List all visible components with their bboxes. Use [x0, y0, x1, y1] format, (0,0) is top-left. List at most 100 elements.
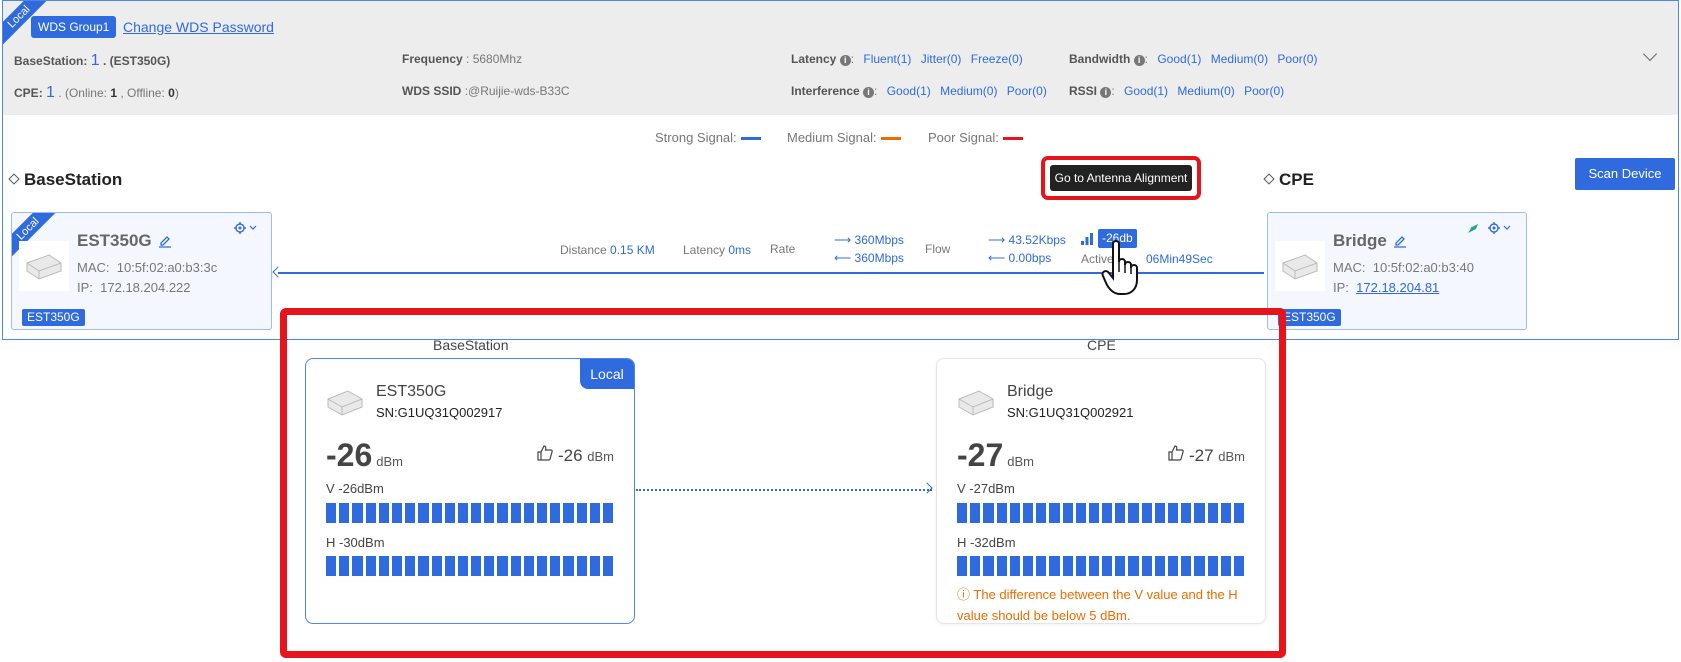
bandwidth-poor-link[interactable]: Poor(0): [1277, 52, 1317, 66]
signal-bar-segment: [497, 503, 508, 523]
wds-ssid-info: WDS SSID :@Ruijie-wds-B33C: [402, 84, 570, 98]
cpe-best-unit: dBm: [1218, 449, 1245, 464]
legend-medium: Medium Signal:: [787, 130, 901, 145]
basestation-summary-label: BaseStation: [14, 54, 84, 68]
cpe-signal-value: -27: [957, 437, 1004, 473]
collapse-chevron-icon[interactable]: [1642, 46, 1658, 62]
signal-bar-segment: [352, 503, 363, 523]
settings-gear-icon[interactable]: [1487, 221, 1513, 240]
signal-bar-segment: [339, 556, 350, 576]
signal-bar-segment: [1154, 556, 1165, 576]
signal-bar-segment: [563, 503, 574, 523]
rssi-good-link[interactable]: Good(1): [1124, 84, 1168, 98]
cpe-section-label: CPE: [1279, 170, 1314, 189]
flow-label: Flow: [925, 242, 951, 256]
active-time: 06Min49Sec: [1146, 252, 1213, 266]
info-icon[interactable]: i: [839, 55, 851, 66]
signal-bar-segment: [983, 556, 994, 576]
signal-bar-segment: [365, 503, 376, 523]
settings-gear-icon[interactable]: [233, 221, 259, 240]
cpe-ip: IP: 172.18.204.81: [1333, 280, 1439, 295]
scan-device-button[interactable]: Scan Device: [1575, 158, 1675, 190]
rate-tx: ⟶ 360Mbps: [834, 233, 904, 247]
rssi-poor-link[interactable]: Poor(0): [1244, 84, 1284, 98]
signal-bar-segment: [996, 556, 1007, 576]
flow-rx-value: 0.00bps: [1008, 251, 1052, 265]
latency-jitter-link[interactable]: Jitter(0): [921, 52, 962, 66]
latency-fluent-link[interactable]: Fluent(1): [863, 52, 911, 66]
basestation-ip: IP: 172.18.204.222: [77, 280, 191, 295]
signal-bar-segment: [957, 556, 968, 576]
interference-good-link[interactable]: Good(1): [887, 84, 931, 98]
legend-strong-label: Strong Signal:: [655, 130, 737, 145]
alignment-basestation-card: Local EST350G SN:G1UQ31Q002917 -26 dBm -2…: [305, 358, 635, 624]
signal-bar-segment: [431, 556, 442, 576]
antenna-icon[interactable]: [1466, 221, 1480, 240]
cpe-device-card[interactable]: Bridge MAC: 10:5f:02:a0:b3:40 IP: 172.18…: [1267, 212, 1527, 330]
rate-rx: ⟵ 360Mbps: [834, 251, 904, 265]
alignment-base-h-bars: [326, 556, 614, 576]
basestation-device-card[interactable]: Local EST350G MAC: 10:5f:02:a0:b3:3c IP:…: [11, 212, 272, 330]
device-image: [19, 241, 69, 291]
signal-bar-segment: [563, 556, 574, 576]
signal-bar-segment: [391, 503, 403, 523]
flow-tx-value: 43.52Kbps: [1008, 233, 1066, 247]
signal-bar-segment: [365, 556, 376, 576]
signal-bar-segment: [1022, 556, 1034, 576]
basestation-model-tag: EST350G: [22, 309, 85, 326]
interference-poor-link[interactable]: Poor(0): [1007, 84, 1047, 98]
signal-bar-segment: [523, 556, 534, 576]
signal-bar-segment: [405, 556, 416, 576]
cpe-summary: CPE: 1 . (Online: 1 , Offline: 0): [14, 84, 179, 101]
cpe-signal-unit: dBm: [1007, 454, 1034, 469]
wds-group-badge[interactable]: WDS Group1: [31, 16, 117, 38]
legend-medium-swatch: [880, 137, 901, 141]
legend-medium-label: Medium Signal:: [787, 130, 877, 145]
cpe-device-name: Bridge: [1333, 231, 1407, 253]
distance-label: Distance: [560, 243, 607, 257]
signal-bar-segment: [602, 503, 614, 523]
bandwidth-good-link[interactable]: Good(1): [1157, 52, 1201, 66]
basestation-name-text: EST350G: [77, 231, 152, 250]
info-icon[interactable]: i: [1133, 55, 1145, 66]
basestation-section-label: BaseStation: [24, 170, 123, 189]
info-icon[interactable]: i: [863, 87, 875, 98]
edit-icon[interactable]: [158, 233, 172, 253]
cpe-ip-link[interactable]: 172.18.204.81: [1356, 280, 1439, 295]
alignment-warning: ⓘ The difference between the V value and…: [957, 584, 1253, 623]
edit-icon[interactable]: [1393, 233, 1407, 253]
change-wds-password-link[interactable]: Change WDS Password: [123, 19, 274, 35]
diamond-icon: [8, 173, 20, 185]
signal-bar-segment: [1141, 556, 1152, 576]
cpe-summary-close: ): [174, 86, 179, 100]
signal-bar-segment: [510, 556, 521, 576]
rssi-info: RSSI i: Good(1) Medium(0) Poor(0): [1069, 84, 1285, 98]
latency-metric: Latency 0ms: [683, 243, 751, 257]
local-tag: Local: [580, 359, 634, 389]
latency-freeze-link[interactable]: Freeze(0): [971, 52, 1023, 66]
rssi-medium-link[interactable]: Medium(0): [1177, 84, 1234, 98]
info-icon[interactable]: i: [1100, 87, 1112, 98]
go-to-antenna-alignment-button[interactable]: Go to Antenna Alignment: [1050, 165, 1192, 191]
signal-bar-segment: [983, 503, 994, 523]
signal-bar-segment: [1233, 556, 1245, 576]
signal-bar-segment: [550, 556, 561, 576]
signal-bar-segment: [326, 503, 337, 523]
device-image: [955, 381, 999, 421]
signal-bar-segment: [1075, 503, 1086, 523]
mac-value: 10:5f:02:a0:b3:3c: [116, 260, 218, 275]
signal-bar-segment: [1168, 503, 1179, 523]
cpe-name-text: Bridge: [1333, 231, 1387, 250]
bandwidth-medium-link[interactable]: Medium(0): [1211, 52, 1268, 66]
distance-metric: Distance 0.15 KM: [560, 243, 655, 257]
alignment-cpe-name: Bridge: [1007, 383, 1054, 400]
interference-medium-link[interactable]: Medium(0): [940, 84, 997, 98]
alignment-cpe-sn: SN:G1UQ31Q002921: [1007, 405, 1134, 420]
cpe-section-title: CPE: [1263, 170, 1314, 190]
legend-strong: Strong Signal:: [655, 130, 761, 145]
device-image: [324, 381, 368, 421]
signal-bar-segment: [1036, 556, 1047, 576]
signal-bar-segment: [970, 556, 981, 576]
interference-label: Interference: [791, 84, 860, 98]
signal-bar-segment: [1154, 503, 1165, 523]
